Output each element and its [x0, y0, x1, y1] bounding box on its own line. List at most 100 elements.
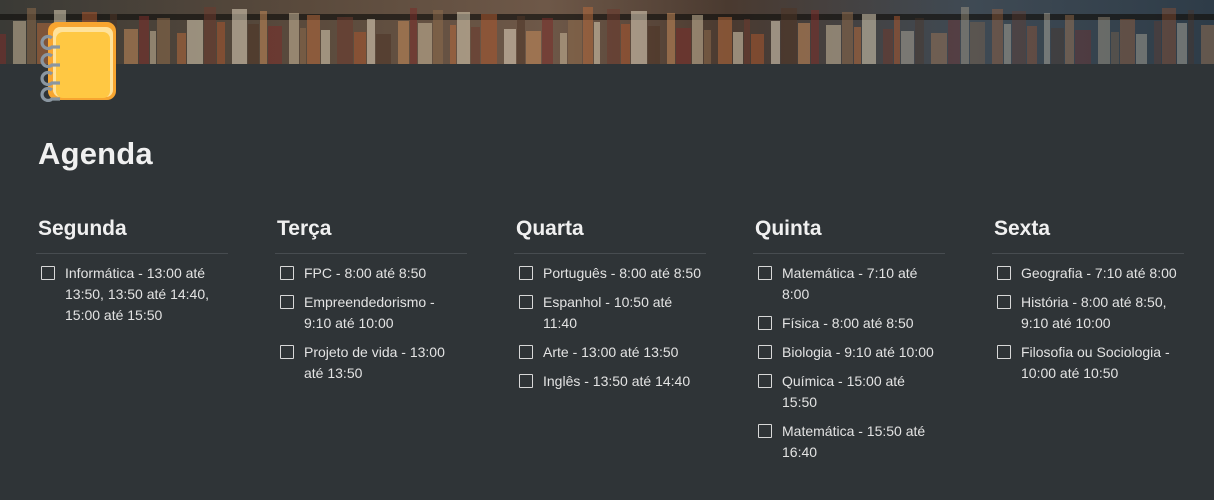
cover-book	[1065, 15, 1074, 64]
todo-text[interactable]: Informática - 13:00 até 13:50, 13:50 até…	[65, 263, 225, 326]
cover-book	[504, 29, 516, 64]
cover-book	[1075, 30, 1091, 64]
todo-checkbox[interactable]	[280, 266, 294, 280]
column-segunda: Segunda Informática - 13:00 até 13:50, 1…	[36, 214, 228, 334]
column-sexta: Sexta Geografia - 7:10 até 8:00 História …	[992, 214, 1184, 392]
todo-item: Biologia - 9:10 até 10:00	[753, 342, 945, 363]
todo-item: Geografia - 7:10 até 8:00	[992, 263, 1184, 284]
todo-checkbox[interactable]	[519, 345, 533, 359]
todo-checkbox[interactable]	[997, 345, 1011, 359]
todo-text[interactable]: Empreendedorismo - 9:10 até 10:00	[304, 292, 464, 334]
cover-book	[751, 34, 764, 64]
cover-book	[901, 31, 914, 64]
cover-book	[1004, 24, 1011, 64]
todo-item: Inglês - 13:50 até 14:40	[514, 371, 706, 392]
todo-checkbox[interactable]	[280, 295, 294, 309]
cover-book	[1012, 11, 1026, 64]
day-heading: Sexta	[992, 214, 1184, 254]
cover-book	[376, 34, 391, 64]
todo-text[interactable]: FPC - 8:00 até 8:50	[304, 263, 464, 284]
notebook-icon-graphic	[40, 22, 116, 103]
cover-book	[177, 33, 186, 64]
todo-checkbox[interactable]	[519, 295, 533, 309]
cover-book	[1188, 10, 1194, 64]
cover-book	[744, 19, 750, 64]
column-quarta: Quarta Português - 8:00 até 8:50 Espanhol…	[514, 214, 706, 400]
column-quinta: Quinta Matemática - 7:10 até 8:00 Física …	[753, 214, 945, 471]
todo-item: Física - 8:00 até 8:50	[753, 313, 945, 334]
cover-book	[811, 10, 819, 64]
agenda-columns: Segunda Informática - 13:00 até 13:50, 1…	[36, 214, 1186, 494]
cover-book	[321, 30, 330, 64]
todo-text[interactable]: Geografia - 7:10 até 8:00	[1021, 263, 1181, 284]
todo-text[interactable]: História - 8:00 até 8:50, 9:10 até 10:00	[1021, 292, 1181, 334]
todo-checkbox[interactable]	[758, 374, 772, 388]
todo-text[interactable]: Português - 8:00 até 8:50	[543, 263, 703, 284]
cover-book	[798, 23, 810, 64]
todo-checkbox[interactable]	[997, 295, 1011, 309]
todo-item: Arte - 13:00 até 13:50	[514, 342, 706, 363]
todo-text[interactable]: Física - 8:00 até 8:50	[782, 313, 942, 334]
todo-checkbox[interactable]	[997, 266, 1011, 280]
cover-book	[517, 16, 525, 64]
notebook-icon[interactable]	[38, 20, 120, 103]
todo-text[interactable]: Química - 15:00 até 15:50	[782, 371, 942, 413]
todo-item: Empreendedorismo - 9:10 até 10:00	[275, 292, 467, 334]
cover-book	[781, 8, 797, 64]
cover-book	[992, 9, 1003, 64]
todo-checkbox[interactable]	[758, 316, 772, 330]
cover-book	[526, 31, 541, 64]
cover-book	[204, 7, 216, 64]
cover-book	[354, 32, 366, 64]
todo-checkbox[interactable]	[758, 345, 772, 359]
todo-checkbox[interactable]	[280, 345, 294, 359]
todo-item: Filosofia ou Sociologia - 10:00 até 10:5…	[992, 342, 1184, 384]
cover-book	[232, 9, 247, 64]
todo-checkbox[interactable]	[758, 266, 772, 280]
cover-book	[260, 11, 267, 64]
todo-item: Português - 8:00 até 8:50	[514, 263, 706, 284]
todo-item: Matemática - 7:10 até 8:00	[753, 263, 945, 305]
cover-book	[124, 29, 138, 64]
todo-list: Português - 8:00 até 8:50 Espanhol - 10:5…	[514, 254, 706, 392]
cover-book	[733, 32, 743, 64]
cover-book	[0, 34, 6, 64]
todo-list: Informática - 13:00 até 13:50, 13:50 até…	[36, 254, 228, 326]
cover-book	[560, 33, 567, 64]
cover-book	[692, 15, 703, 64]
todo-text[interactable]: Projeto de vida - 13:00 até 13:50	[304, 342, 464, 384]
cover-book	[398, 21, 409, 64]
todo-text[interactable]: Filosofia ou Sociologia - 10:00 até 10:5…	[1021, 342, 1181, 384]
todo-text[interactable]: Espanhol - 10:50 até 11:40	[543, 292, 703, 334]
todo-item: Matemática - 15:50 até 16:40	[753, 421, 945, 463]
cover-book	[1111, 32, 1119, 64]
cover-book	[842, 12, 853, 64]
todo-checkbox[interactable]	[519, 374, 533, 388]
cover-book	[27, 8, 36, 64]
cover-book	[13, 21, 26, 64]
cover-book	[471, 27, 480, 64]
todo-item: Química - 15:00 até 15:50	[753, 371, 945, 413]
day-heading: Quinta	[753, 214, 945, 254]
todo-checkbox[interactable]	[41, 266, 55, 280]
todo-item: Espanhol - 10:50 até 11:40	[514, 292, 706, 334]
todo-text[interactable]: Inglês - 13:50 até 14:40	[543, 371, 703, 392]
cover-book	[894, 16, 900, 64]
todo-checkbox[interactable]	[758, 424, 772, 438]
todo-item: História - 8:00 até 8:50, 9:10 até 10:00	[992, 292, 1184, 334]
cover-book	[289, 13, 299, 64]
cover-book	[1098, 17, 1110, 64]
todo-text[interactable]: Matemática - 15:50 até 16:40	[782, 421, 942, 463]
cover-book	[1027, 26, 1037, 64]
cover-book	[300, 28, 306, 64]
day-heading: Terça	[275, 214, 467, 254]
todo-checkbox[interactable]	[519, 266, 533, 280]
cover-book	[217, 22, 225, 64]
cover-book	[187, 20, 203, 64]
todo-text[interactable]: Biologia - 9:10 até 10:00	[782, 342, 942, 363]
todo-text[interactable]: Matemática - 7:10 até 8:00	[782, 263, 942, 305]
cover-book	[583, 7, 593, 64]
cover-book	[1051, 28, 1064, 64]
todo-text[interactable]: Arte - 13:00 até 13:50	[543, 342, 703, 363]
cover-book	[1136, 34, 1147, 64]
